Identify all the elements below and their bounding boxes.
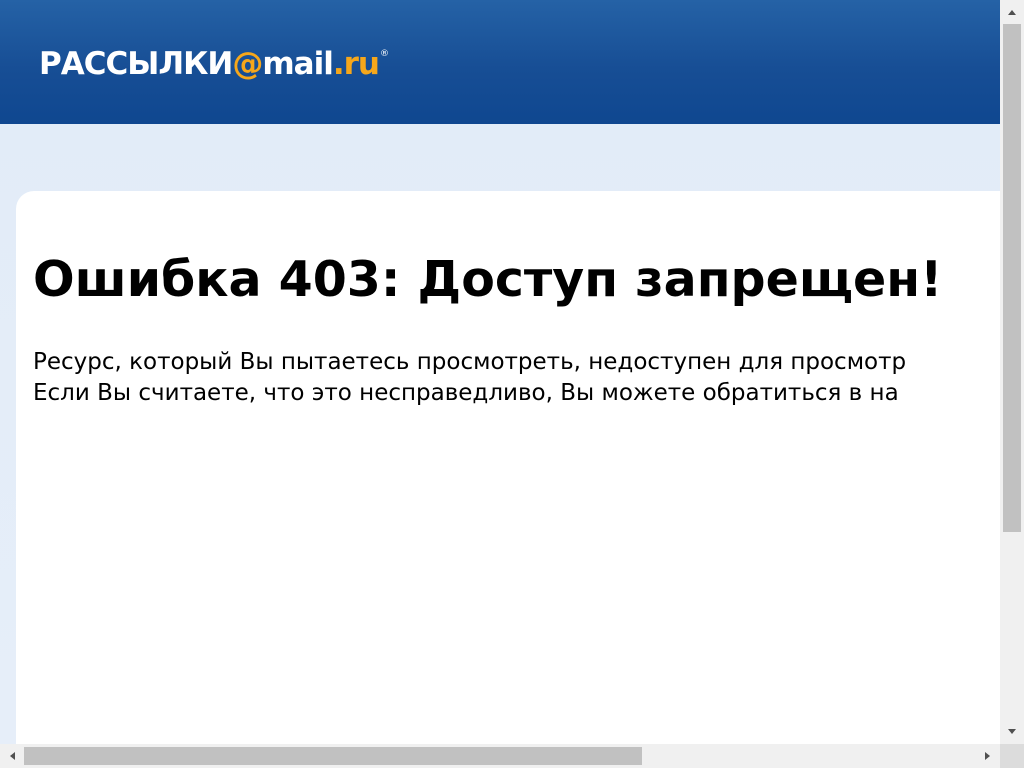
vertical-scrollbar[interactable] — [1000, 0, 1024, 744]
error-message-line-2: Если Вы считаете, что это несправедливо,… — [33, 380, 899, 406]
logo-registered-mark: ® — [380, 49, 389, 59]
error-message: Ресурс, который Вы пытаетесь просмотреть… — [33, 347, 906, 409]
site-header: РАССЫЛКИ @ mail. ru ® — [0, 0, 1000, 124]
chevron-up-icon[interactable] — [1000, 0, 1024, 24]
logo-text-mail: mail — [262, 46, 333, 82]
scrollbar-corner — [1000, 744, 1024, 768]
logo-dot: . — [332, 46, 345, 82]
page-viewport: РАССЫЛКИ @ mail. ru ® Ошибка 403: Доступ зап… — [0, 0, 1000, 744]
chevron-left-icon[interactable] — [0, 744, 24, 768]
logo-text-ru: ru — [343, 46, 380, 82]
chevron-right-icon[interactable] — [976, 744, 1000, 768]
chevron-down-icon[interactable] — [1000, 720, 1024, 744]
horizontal-scrollbar-thumb[interactable] — [24, 747, 642, 765]
logo-at-sign: @ — [232, 46, 263, 82]
page-title: Ошибка 403: Доступ запрещен! — [33, 251, 943, 308]
site-logo[interactable]: РАССЫЛКИ @ mail. ru ® — [39, 44, 389, 84]
logo-text-rassylki: РАССЫЛКИ — [39, 46, 233, 82]
error-message-line-1: Ресурс, который Вы пытаетесь просмотреть… — [33, 349, 907, 375]
vertical-scrollbar-thumb[interactable] — [1003, 24, 1021, 532]
horizontal-scrollbar[interactable] — [0, 744, 1000, 768]
